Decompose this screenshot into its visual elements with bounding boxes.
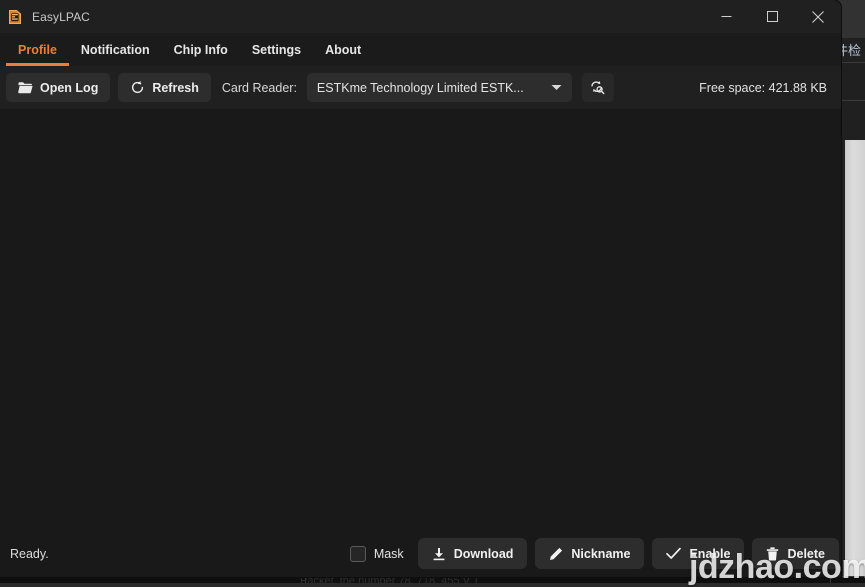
maximize-icon[interactable] [749, 0, 795, 33]
enable-button[interactable]: Enable [652, 538, 744, 569]
free-space-label: Free space: 421.88 KB [699, 81, 827, 95]
scan-readers-button[interactable] [582, 73, 614, 102]
mask-label: Mask [374, 547, 404, 561]
sim-card-icon [7, 9, 23, 25]
refresh-button[interactable]: Refresh [118, 73, 211, 102]
refresh-label: Refresh [152, 81, 199, 95]
easylpac-window: EasyLPAC Profile Notification [0, 0, 841, 577]
nickname-label: Nickname [571, 547, 630, 561]
mask-checkbox-box [350, 546, 366, 562]
card-reader-value: ESTKme Technology Limited ESTK... [317, 81, 551, 95]
tab-settings-label: Settings [252, 43, 301, 57]
title-bar: EasyLPAC [0, 0, 841, 33]
footer-actions: Mask Download [350, 530, 841, 577]
toolbar: Open Log Refresh Card Reader: ESTKme Tec… [0, 66, 841, 109]
enable-label: Enable [689, 547, 730, 561]
tab-about[interactable]: About [313, 33, 373, 66]
open-log-button[interactable]: Open Log [6, 73, 110, 102]
card-reader-select[interactable]: ESTKme Technology Limited ESTK... [307, 73, 572, 102]
tab-settings[interactable]: Settings [240, 33, 313, 66]
tab-profile-label: Profile [18, 43, 57, 57]
tab-chip-info-label: Chip Info [174, 43, 228, 57]
nickname-button[interactable]: Nickname [535, 538, 644, 569]
card-reader-label: Card Reader: [222, 81, 297, 95]
window-title: EasyLPAC [32, 10, 90, 24]
delete-label: Delete [787, 547, 825, 561]
scan-refresh-icon [589, 79, 606, 96]
status-bar: Ready. Mask Download [0, 530, 841, 577]
tab-bar: Profile Notification Chip Info Settings … [0, 33, 841, 66]
status-message: Ready. [10, 547, 49, 561]
pencil-icon [549, 547, 563, 561]
delete-button[interactable]: Delete [752, 538, 839, 569]
check-icon [666, 547, 681, 560]
folder-icon [18, 81, 33, 94]
trash-icon [766, 547, 779, 561]
refresh-icon [130, 80, 145, 95]
download-label: Download [454, 547, 514, 561]
chevron-down-icon [551, 84, 562, 91]
window-controls [703, 0, 841, 33]
profile-list-area[interactable] [0, 109, 841, 530]
minimize-icon[interactable] [703, 0, 749, 33]
download-icon [432, 547, 446, 561]
tab-about-label: About [325, 43, 361, 57]
close-icon[interactable] [795, 0, 841, 33]
tab-profile[interactable]: Profile [6, 33, 69, 66]
tab-notification[interactable]: Notification [69, 33, 162, 66]
tab-chip-info[interactable]: Chip Info [162, 33, 240, 66]
download-button[interactable]: Download [418, 538, 528, 569]
open-log-label: Open Log [40, 81, 98, 95]
background-light-panel [845, 140, 865, 583]
mask-checkbox[interactable]: Mask [350, 546, 404, 562]
tab-notification-label: Notification [81, 43, 150, 57]
